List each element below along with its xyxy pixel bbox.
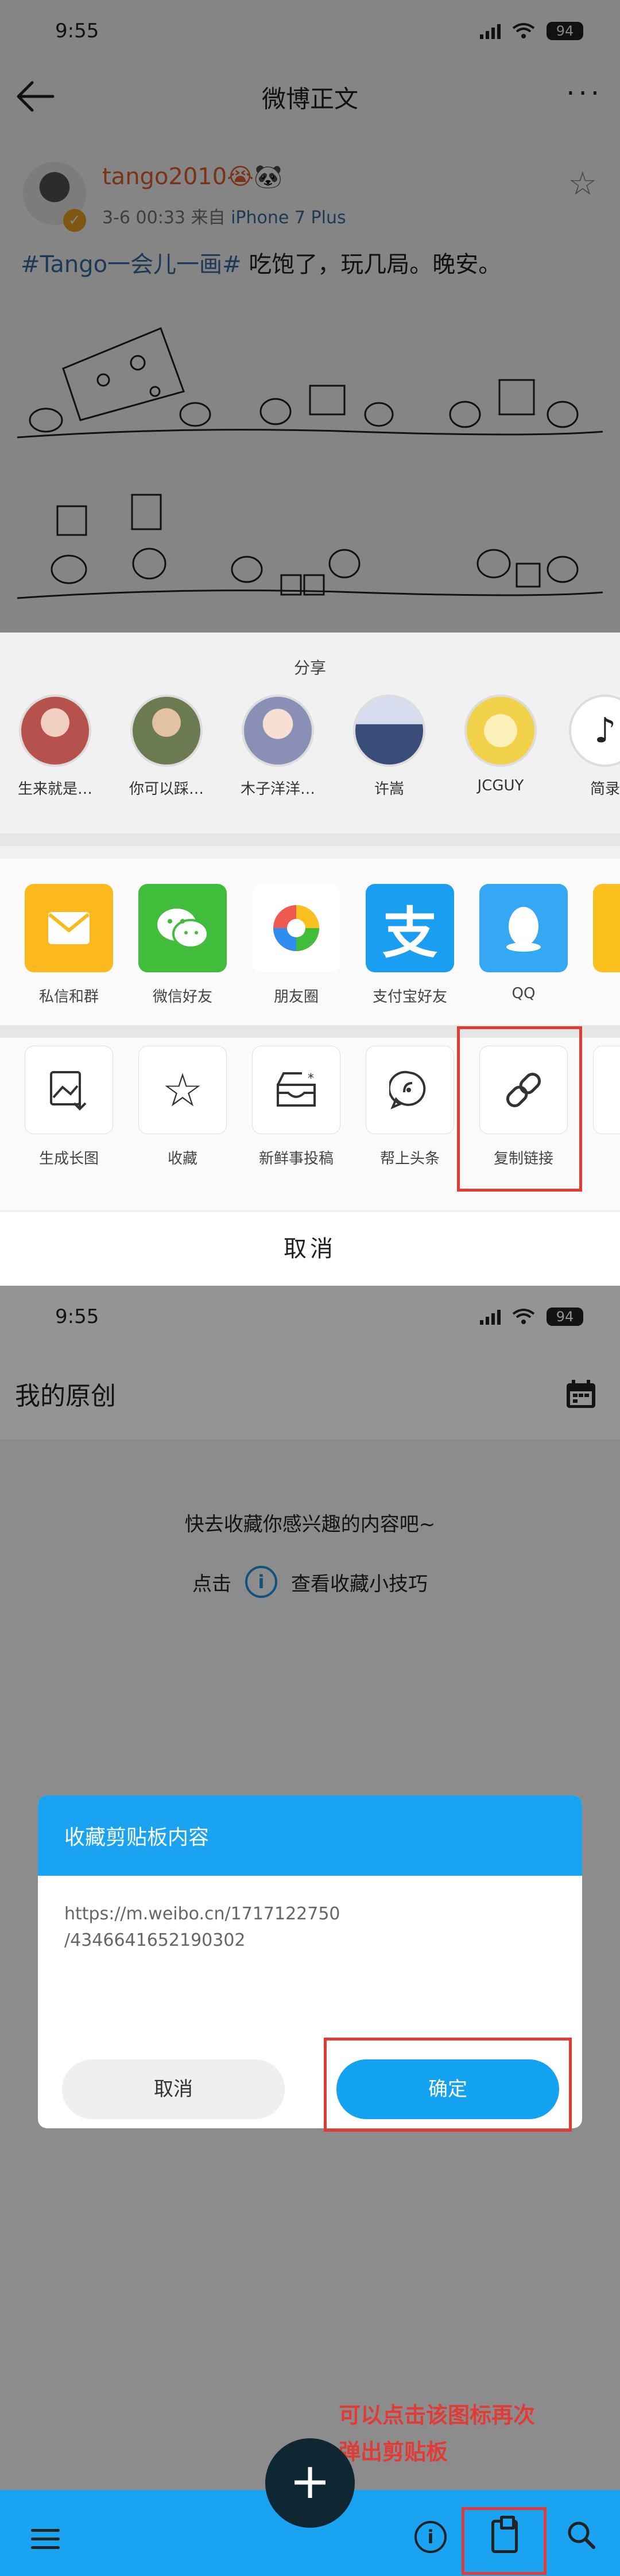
dialog-cancel-button[interactable]: 取消 <box>62 2059 285 2119</box>
contact-item[interactable]: 许嵩 <box>338 695 441 798</box>
action-favorite[interactable]: ☆ 收藏 <box>125 1046 240 1168</box>
inbox-icon: * <box>252 1046 340 1134</box>
highlight-clipboard <box>462 2507 547 2575</box>
share-cancel-button[interactable]: 取消 <box>0 1212 620 1286</box>
contact-avatar <box>464 695 537 767</box>
annotation-note: 可以点击该图标再次 弹出剪贴板 <box>339 2403 536 2465</box>
contact-item[interactable]: ♪ 简录 <box>553 695 620 798</box>
divider <box>0 833 620 846</box>
search-icon[interactable] <box>566 2520 596 2550</box>
alipay-icon: 支 <box>366 884 454 972</box>
share-app-qzone[interactable]: ★ Q <box>580 884 620 1002</box>
svg-text:*: * <box>308 1072 314 1086</box>
my-originals-panel: 9:55 94 我的原创 快去收藏你感兴趣的内容吧~ 点击 i 查看收藏小技巧 … <box>0 1286 620 2576</box>
share-contacts-row: 生来就是… 你可以踩… 木子洋洋… 许嵩 JCGUY ♪ 简录 <box>0 695 620 804</box>
contact-item[interactable]: 生来就是… <box>3 695 107 798</box>
highlight-copy-link <box>457 1026 582 1192</box>
contact-avatar <box>353 695 425 767</box>
info-icon[interactable]: i <box>414 2521 447 2553</box>
contact-avatar <box>242 695 314 767</box>
mail-icon <box>25 884 113 972</box>
qzone-icon: ★ <box>593 884 620 972</box>
share-app-mail[interactable]: 私信和群 <box>11 884 126 1006</box>
contact-item[interactable]: 木子洋洋… <box>226 695 330 798</box>
share-app-wechat[interactable]: 微信好友 <box>125 884 240 1006</box>
action-submit-news[interactable]: * 新鲜事投稿 <box>239 1046 354 1168</box>
dialog-url: https://m.weibo.cn/1717122750/4346641652… <box>64 1904 340 1950</box>
headline-icon <box>366 1046 454 1134</box>
share-title: 分享 <box>293 658 326 677</box>
partial-icon <box>593 1046 620 1134</box>
contact-item[interactable]: 你可以踩… <box>115 695 218 798</box>
contact-avatar <box>19 695 91 767</box>
action-more[interactable] <box>580 1046 620 1134</box>
weibo-share-panel: 9:55 94 微博正文 ··· ✓ tango2010😭🐼 3-6 00:33… <box>0 0 620 1286</box>
long-image-icon <box>25 1046 113 1134</box>
share-sheet: 分享 生来就是… 你可以踩… 木子洋洋… 许嵩 JCGUY ♪ 简录 私信和群 … <box>0 633 620 1286</box>
share-app-alipay[interactable]: 支 支付宝好友 <box>352 884 467 1006</box>
dialog-title: 收藏剪贴板内容 <box>38 1795 582 1876</box>
dim-overlay[interactable] <box>0 0 620 633</box>
action-long-image[interactable]: 生成长图 <box>11 1046 126 1168</box>
wechat-icon <box>138 884 227 972</box>
star-icon: ☆ <box>138 1046 227 1134</box>
menu-icon[interactable] <box>31 2529 60 2555</box>
moments-icon <box>252 884 340 972</box>
action-headline[interactable]: 帮上头条 <box>352 1046 467 1168</box>
contact-avatar <box>130 695 203 767</box>
add-fab-button[interactable]: + <box>265 2438 355 2528</box>
highlight-confirm <box>324 2038 572 2132</box>
contact-item[interactable]: JCGUY <box>449 695 552 794</box>
share-app-qq[interactable]: QQ <box>466 884 581 1002</box>
share-apps-row: 私信和群 微信好友 朋友圈 支 支付宝好友 QQ <box>0 859 620 1025</box>
contact-avatar: ♪ <box>569 695 620 767</box>
share-app-moments[interactable]: 朋友圈 <box>239 884 354 1006</box>
qq-icon <box>479 884 568 972</box>
